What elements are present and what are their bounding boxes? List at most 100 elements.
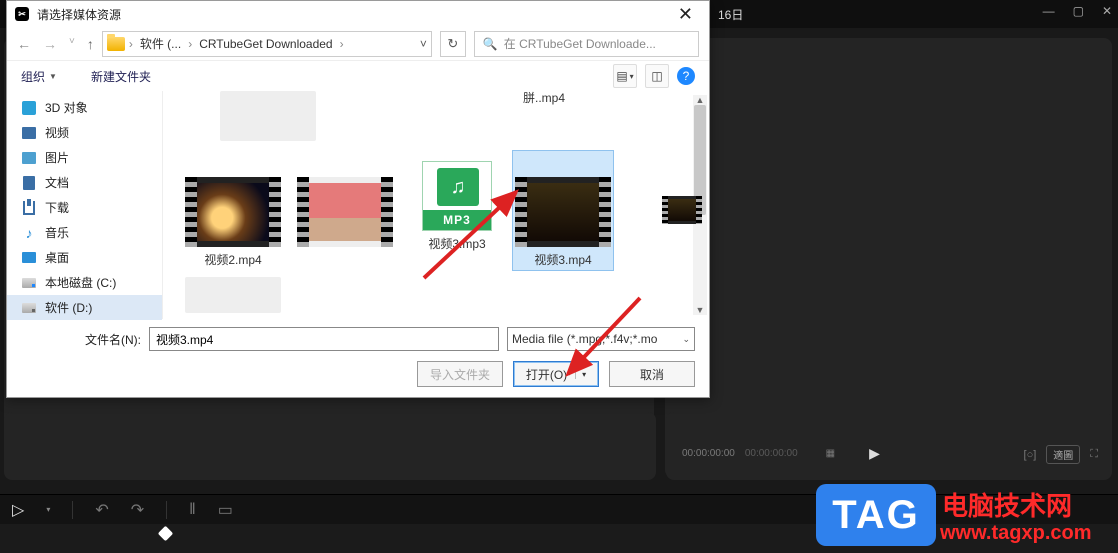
preview-pane-button[interactable]: ◫ [645,64,669,88]
sidebar-item-label: 下载 [45,199,69,216]
split-icon[interactable]: ‖ [189,501,196,519]
cursor-tool-icon[interactable]: ▷ [12,500,24,520]
video-thumb [662,196,702,224]
play-icon[interactable]: ▶ [869,445,880,462]
sidebar-item-video[interactable]: 视频 [7,120,162,145]
sidebar-item-desktop[interactable]: 桌面 [7,245,162,270]
window-controls: — ▢ ✕ [1043,4,1112,18]
preview-right-controls: [○] 適圖 ⛶ [1024,445,1098,464]
grid-icon[interactable]: ▦ [826,448,835,459]
nav-forward-icon[interactable]: → [43,36,57,52]
sidebar-item-downloads[interactable]: 下载 [7,195,162,220]
dialog-body: 3D 对象 视频 图片 文档 下载 ♪音乐 桌面 本地磁盘 (C:) 软件 (D… [7,91,709,319]
watermark-line1: 电脑技术网 [942,486,1072,523]
filename-label: 文件名(N): [21,331,141,348]
file-item-mp3[interactable]: ♫ MP3 视频3.mp3 [407,161,507,252]
mp3-badge: MP3 [423,210,491,230]
file-item-video2[interactable]: 视频2.mp4 [183,177,283,268]
refresh-button[interactable]: ↻ [440,31,466,57]
breadcrumb-folder[interactable]: CRTubeGet Downloaded [196,37,335,51]
search-input[interactable]: 🔍 在 CRTubeGet Downloade... [474,31,699,57]
file-label: 视频3.mp4 [515,251,611,268]
window-maximize-icon[interactable]: ▢ [1073,4,1084,18]
file-open-dialog: ✂ 请选择媒体资源 ✕ ← → ˅ ↑ › 软件 (... › CRTubeGe… [6,0,710,398]
chevron-right-icon: › [188,37,192,51]
file-label: 视频3.mp3 [407,235,507,252]
time-total: 00:00:00:00 [745,448,798,459]
address-bar[interactable]: › 软件 (... › CRTubeGet Downloaded › ˅ [102,31,432,57]
chevron-down-icon: ▼ [49,72,57,81]
sidebar-item-label: 3D 对象 [45,99,88,116]
chevron-down-icon: ▾ [575,370,586,379]
organize-button[interactable]: 组织 ▼ [21,68,57,85]
chevron-right-icon: › [129,37,133,51]
undo-icon[interactable]: ↶ [95,500,108,520]
help-icon[interactable]: ? [677,67,695,85]
sidebar-item-documents[interactable]: 文档 [7,170,162,195]
file-label [295,251,395,265]
delete-icon[interactable]: ▭ [218,500,233,520]
breadcrumb-drive[interactable]: 软件 (... [137,35,184,52]
cursor-tool-dropdown-icon[interactable]: ▾ [46,505,50,514]
search-icon: 🔍 [483,37,498,51]
video-thumb [515,177,611,247]
lower-panel-right: 00:00:00:00 00:00:00:00 ▦ ▶ [○] 適圖 ⛶ [666,412,1112,480]
file-item-blurred[interactable] [193,91,343,151]
sidebar: 3D 对象 视频 图片 文档 下载 ♪音乐 桌面 本地磁盘 (C:) 软件 (D… [7,91,163,319]
video-thumb [297,177,393,247]
file-item-video3-selected[interactable]: 视频3.mp4 [513,151,613,270]
compare-icon[interactable]: [○] [1024,449,1037,461]
redo-icon[interactable]: ↷ [131,500,144,520]
open-button[interactable]: 打开(O) ▾ [513,361,599,387]
sidebar-item-label: 桌面 [45,249,69,266]
dialog-titlebar: ✂ 请选择媒体资源 ✕ [7,1,709,27]
sidebar-item-music[interactable]: ♪音乐 [7,220,162,245]
scroll-down-icon[interactable]: ▼ [693,303,707,317]
preview-pane-thumb [662,196,702,224]
file-item-video-blur[interactable] [295,177,395,265]
dialog-title: 请选择媒体资源 [37,6,121,23]
button-row: 导入文件夹 打开(O) ▾ 取消 [21,361,695,387]
sidebar-item-pictures[interactable]: 图片 [7,145,162,170]
organize-label: 组织 [21,68,45,85]
sidebar-item-3d[interactable]: 3D 对象 [7,95,162,120]
drive-icon [22,278,36,288]
nav-arrows: ← → ˅ ↑ [17,36,94,52]
drive-icon [22,303,36,313]
folder-icon [107,37,125,51]
file-item-blurred[interactable] [185,277,275,317]
sidebar-item-label: 图片 [45,149,69,166]
window-minimize-icon[interactable]: — [1043,4,1055,18]
download-icon [23,201,35,215]
fullscreen-icon[interactable]: ⛶ [1090,448,1098,461]
picture-icon [22,152,36,164]
file-name-fragment: 胼..mp4 [523,91,565,106]
import-folder-button[interactable]: 导入文件夹 [417,361,503,387]
filetype-select[interactable]: Media file (*.mpg;*.f4v;*.mo ⌄ [507,327,695,351]
filename-row: 文件名(N): Media file (*.mpg;*.f4v;*.mo ⌄ [21,327,695,351]
sidebar-item-drive-d[interactable]: 软件 (D:) [7,295,162,320]
nav-back-icon[interactable]: ← [17,36,31,52]
view-mode-button[interactable]: ▤▾ [613,64,637,88]
app-icon: ✂ [15,7,29,21]
ratio-button[interactable]: 適圖 [1046,445,1080,464]
sidebar-item-drive-c[interactable]: 本地磁盘 (C:) [7,270,162,295]
cancel-button[interactable]: 取消 [609,361,695,387]
close-icon[interactable]: ✕ [670,4,701,25]
separator [72,501,73,519]
cube-icon [22,101,36,115]
window-close-icon[interactable]: ✕ [1102,4,1112,18]
new-folder-button[interactable]: 新建文件夹 [91,68,151,85]
address-dropdown-icon[interactable]: ˅ [420,37,427,51]
watermark-line2: www.tagxp.com [940,522,1092,545]
playhead-icon[interactable] [158,526,174,542]
file-thumb [185,277,281,313]
nav-recent-icon[interactable]: ˅ [69,36,75,52]
sidebar-item-label: 音乐 [45,224,69,241]
nav-up-icon[interactable]: ↑ [87,36,94,52]
audio-thumb: ♫ MP3 [422,161,492,231]
file-list[interactable]: 胼..mp4 视频2.mp4 ♫ MP3 视频3.mp3 [163,91,709,319]
filename-input[interactable] [149,327,499,351]
file-thumb [220,91,316,141]
open-label: 打开(O) [526,366,567,383]
